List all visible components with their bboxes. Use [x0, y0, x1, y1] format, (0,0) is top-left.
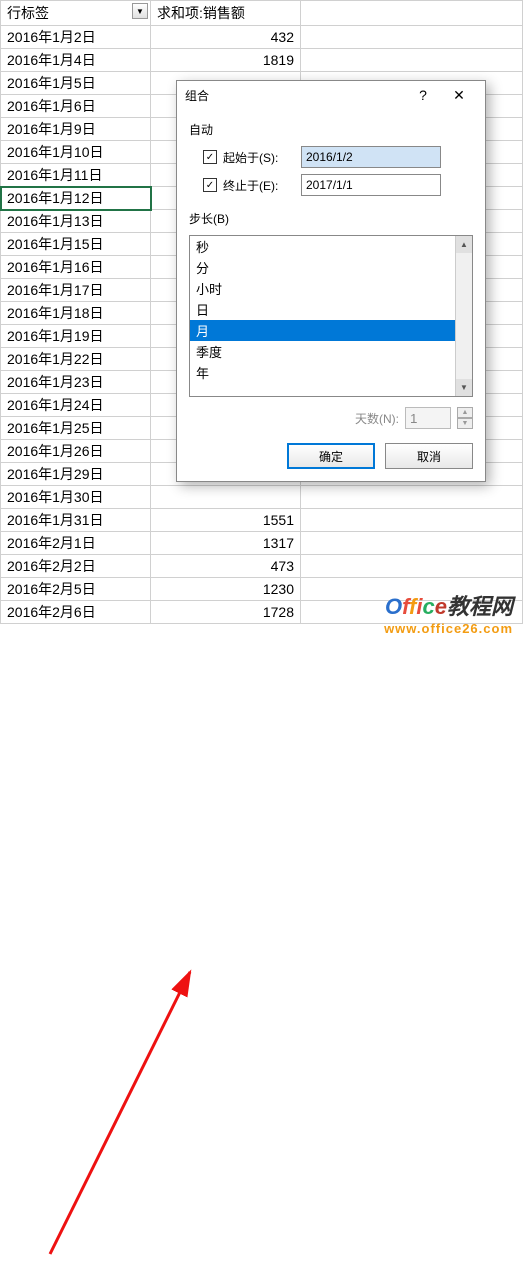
- start-checkbox[interactable]: ✓: [203, 150, 217, 164]
- watermark: Office教程网 www.office26.com: [384, 589, 513, 636]
- header-sum-sales[interactable]: 求和项:销售额: [151, 1, 301, 26]
- table-cell-date[interactable]: 2016年1月18日: [1, 302, 151, 325]
- table-cell-date[interactable]: 2016年2月1日: [1, 532, 151, 555]
- table-cell-value[interactable]: 1317: [151, 532, 301, 555]
- table-cell-date[interactable]: 2016年1月23日: [1, 371, 151, 394]
- group-dialog: 组合 ? ✕ 自动 ✓ 起始于(S): ✓ 终止于(E): 步长(B) 秒分小时…: [176, 80, 486, 482]
- step-option[interactable]: 年: [190, 362, 455, 383]
- spin-up-icon: ▲: [457, 407, 473, 418]
- cancel-button[interactable]: 取消: [385, 443, 473, 469]
- step-label: 步长(B): [189, 210, 473, 227]
- dialog-titlebar[interactable]: 组合 ? ✕: [177, 81, 485, 109]
- table-cell-date[interactable]: 2016年1月12日: [1, 187, 151, 210]
- table-cell-date[interactable]: 2016年1月17日: [1, 279, 151, 302]
- help-button[interactable]: ?: [405, 83, 441, 107]
- table-cell-date[interactable]: 2016年1月15日: [1, 233, 151, 256]
- step-option[interactable]: 月: [190, 320, 455, 341]
- table-cell-date[interactable]: 2016年1月30日: [1, 486, 151, 509]
- table-cell-date[interactable]: 2016年1月10日: [1, 141, 151, 164]
- header-row-labels[interactable]: 行标签 ▼: [1, 1, 151, 26]
- spin-down-icon: ▼: [457, 418, 473, 429]
- scroll-up-icon[interactable]: ▲: [456, 236, 472, 253]
- table-cell-date[interactable]: 2016年2月2日: [1, 555, 151, 578]
- dropdown-icon[interactable]: ▼: [132, 3, 148, 19]
- step-option[interactable]: 日: [190, 299, 455, 320]
- end-input[interactable]: [301, 174, 441, 196]
- start-input[interactable]: [301, 146, 441, 168]
- table-cell-date[interactable]: 2016年1月9日: [1, 118, 151, 141]
- start-label: 起始于(S):: [223, 149, 295, 166]
- table-cell-date[interactable]: 2016年1月6日: [1, 95, 151, 118]
- scroll-down-icon[interactable]: ▼: [456, 379, 472, 396]
- table-cell-date[interactable]: 2016年1月11日: [1, 164, 151, 187]
- table-cell-date[interactable]: 2016年1月22日: [1, 348, 151, 371]
- table-cell-date[interactable]: 2016年1月29日: [1, 463, 151, 486]
- table-cell-value[interactable]: [151, 486, 301, 509]
- ok-button[interactable]: 确定: [287, 443, 375, 469]
- auto-section-label: 自动: [189, 121, 473, 138]
- dialog-title: 组合: [185, 87, 405, 104]
- table-cell-date[interactable]: 2016年2月6日: [1, 601, 151, 624]
- table-cell-date[interactable]: 2016年1月31日: [1, 509, 151, 532]
- table-cell-date[interactable]: 2016年1月16日: [1, 256, 151, 279]
- close-button[interactable]: ✕: [441, 83, 477, 107]
- scrollbar[interactable]: ▲ ▼: [455, 236, 472, 396]
- step-option[interactable]: 季度: [190, 341, 455, 362]
- table-cell-value[interactable]: 1551: [151, 509, 301, 532]
- table-cell-value[interactable]: 432: [151, 26, 301, 49]
- table-cell-date[interactable]: 2016年2月5日: [1, 578, 151, 601]
- days-spinner: ▲ ▼: [457, 407, 473, 429]
- arrow-annotation: [0, 624, 523, 1272]
- table-cell-date[interactable]: 2016年1月2日: [1, 26, 151, 49]
- step-option[interactable]: 分: [190, 257, 455, 278]
- table-cell-date[interactable]: 2016年1月5日: [1, 72, 151, 95]
- step-listbox[interactable]: 秒分小时日月季度年 ▲ ▼: [189, 235, 473, 397]
- table-cell-value[interactable]: 473: [151, 555, 301, 578]
- table-cell-value[interactable]: 1230: [151, 578, 301, 601]
- end-checkbox[interactable]: ✓: [203, 178, 217, 192]
- table-cell-value[interactable]: 1728: [151, 601, 301, 624]
- table-cell-date[interactable]: 2016年1月24日: [1, 394, 151, 417]
- end-label: 终止于(E):: [223, 177, 295, 194]
- table-cell-date[interactable]: 2016年1月19日: [1, 325, 151, 348]
- table-cell-date[interactable]: 2016年1月13日: [1, 210, 151, 233]
- table-cell-date[interactable]: 2016年1月26日: [1, 440, 151, 463]
- table-cell-value[interactable]: 1819: [151, 49, 301, 72]
- step-option[interactable]: 小时: [190, 278, 455, 299]
- table-cell-date[interactable]: 2016年1月4日: [1, 49, 151, 72]
- table-cell-date[interactable]: 2016年1月25日: [1, 417, 151, 440]
- step-option[interactable]: 秒: [190, 236, 455, 257]
- days-label: 天数(N):: [355, 410, 399, 427]
- days-input: [405, 407, 451, 429]
